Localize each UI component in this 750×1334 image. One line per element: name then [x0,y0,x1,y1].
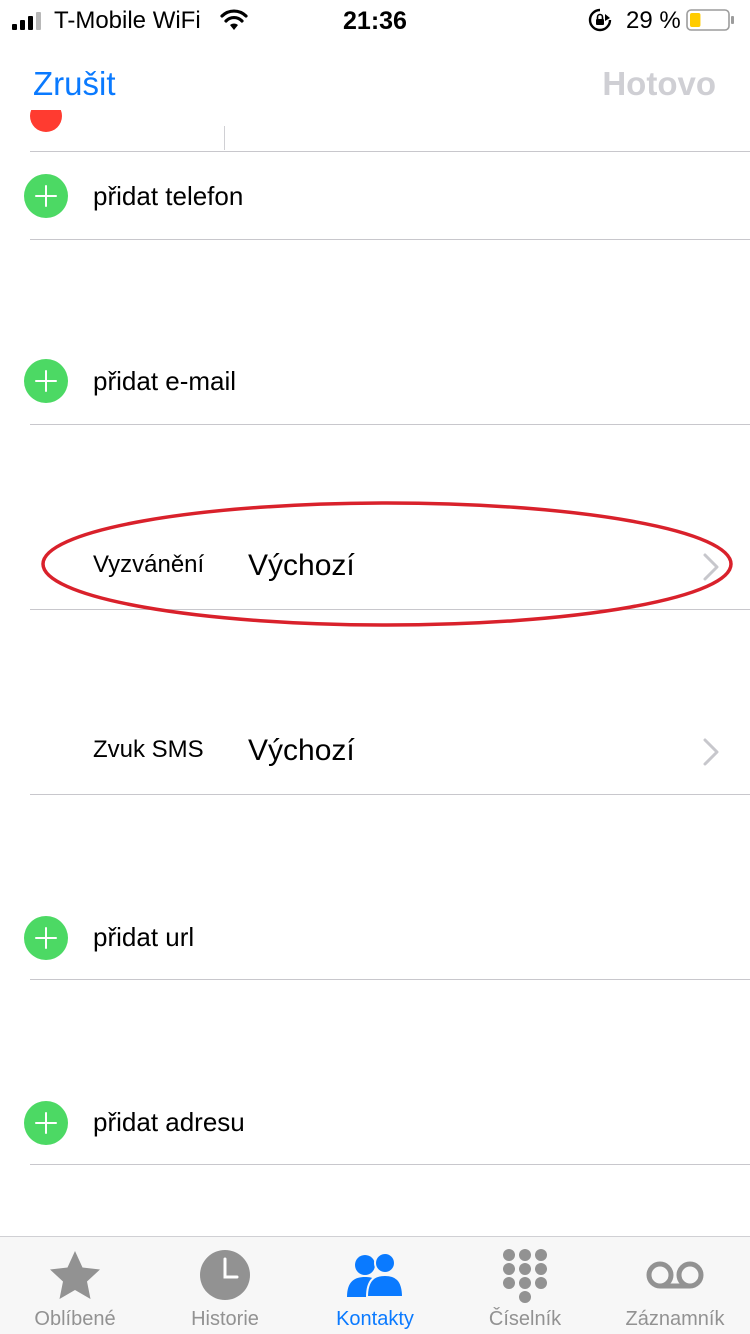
clock-icon [200,1250,250,1300]
add-address-label: přidat adresu [93,1107,245,1137]
battery-percent: 29 % [626,7,681,34]
chevron-right-icon [703,553,719,581]
divider [30,609,750,610]
add-address-row[interactable]: přidat adresu [0,1077,750,1165]
ringtone-label: Vyzvánění [93,551,205,578]
add-url-label: přidat url [93,922,195,952]
sms-tone-value: Výchozí [248,734,355,767]
tab-recents[interactable]: Historie [150,1237,300,1334]
tab-label: Historie [191,1308,259,1330]
tab-label: Záznamník [625,1308,725,1330]
add-email-row[interactable]: přidat e-mail [0,337,750,425]
label-divider [224,126,225,150]
voicemail-icon [646,1261,704,1289]
tab-bar: Oblíbené Historie Kontakty Číselník Zázn… [0,1236,750,1334]
tab-favorites[interactable]: Oblíbené [0,1237,150,1334]
divider [30,979,750,980]
divider [30,239,750,240]
sms-tone-row[interactable]: Zvuk SMS Výchozí [0,707,750,795]
sms-tone-label: Zvuk SMS [93,736,204,763]
keypad-icon [503,1249,547,1303]
add-phone-row[interactable]: přidat telefon [0,152,750,240]
battery-icon [686,9,734,31]
delete-icon[interactable] [30,110,62,132]
ringtone-row[interactable]: Vyzvánění Výchozí [0,522,750,610]
tab-keypad[interactable]: Číselník [450,1237,600,1334]
add-url-row[interactable]: přidat url [0,892,750,980]
chevron-right-icon [703,738,719,766]
divider [30,794,750,795]
status-bar: T-Mobile WiFi 21:36 29 % [0,0,750,42]
plus-circle-icon[interactable] [24,174,68,218]
divider [30,424,750,425]
orientation-lock-icon [588,8,612,32]
tab-label: Číselník [488,1308,562,1330]
ringtone-value: Výchozí [248,549,355,582]
tab-label: Kontakty [336,1308,414,1330]
divider [30,1164,750,1165]
star-icon [50,1251,100,1299]
plus-circle-icon[interactable] [24,359,68,403]
add-phone-label: přidat telefon [93,181,244,211]
tab-contacts[interactable]: Kontakty [300,1237,450,1334]
plus-circle-icon[interactable] [24,1101,68,1145]
tab-label: Oblíbené [34,1308,116,1330]
plus-circle-icon[interactable] [24,916,68,960]
done-button[interactable]: Hotovo [602,64,716,104]
add-email-label: přidat e-mail [93,366,237,396]
contacts-icon [347,1252,405,1298]
tab-voicemail[interactable]: Záznamník [600,1237,750,1334]
cancel-button[interactable]: Zrušit [33,64,116,104]
